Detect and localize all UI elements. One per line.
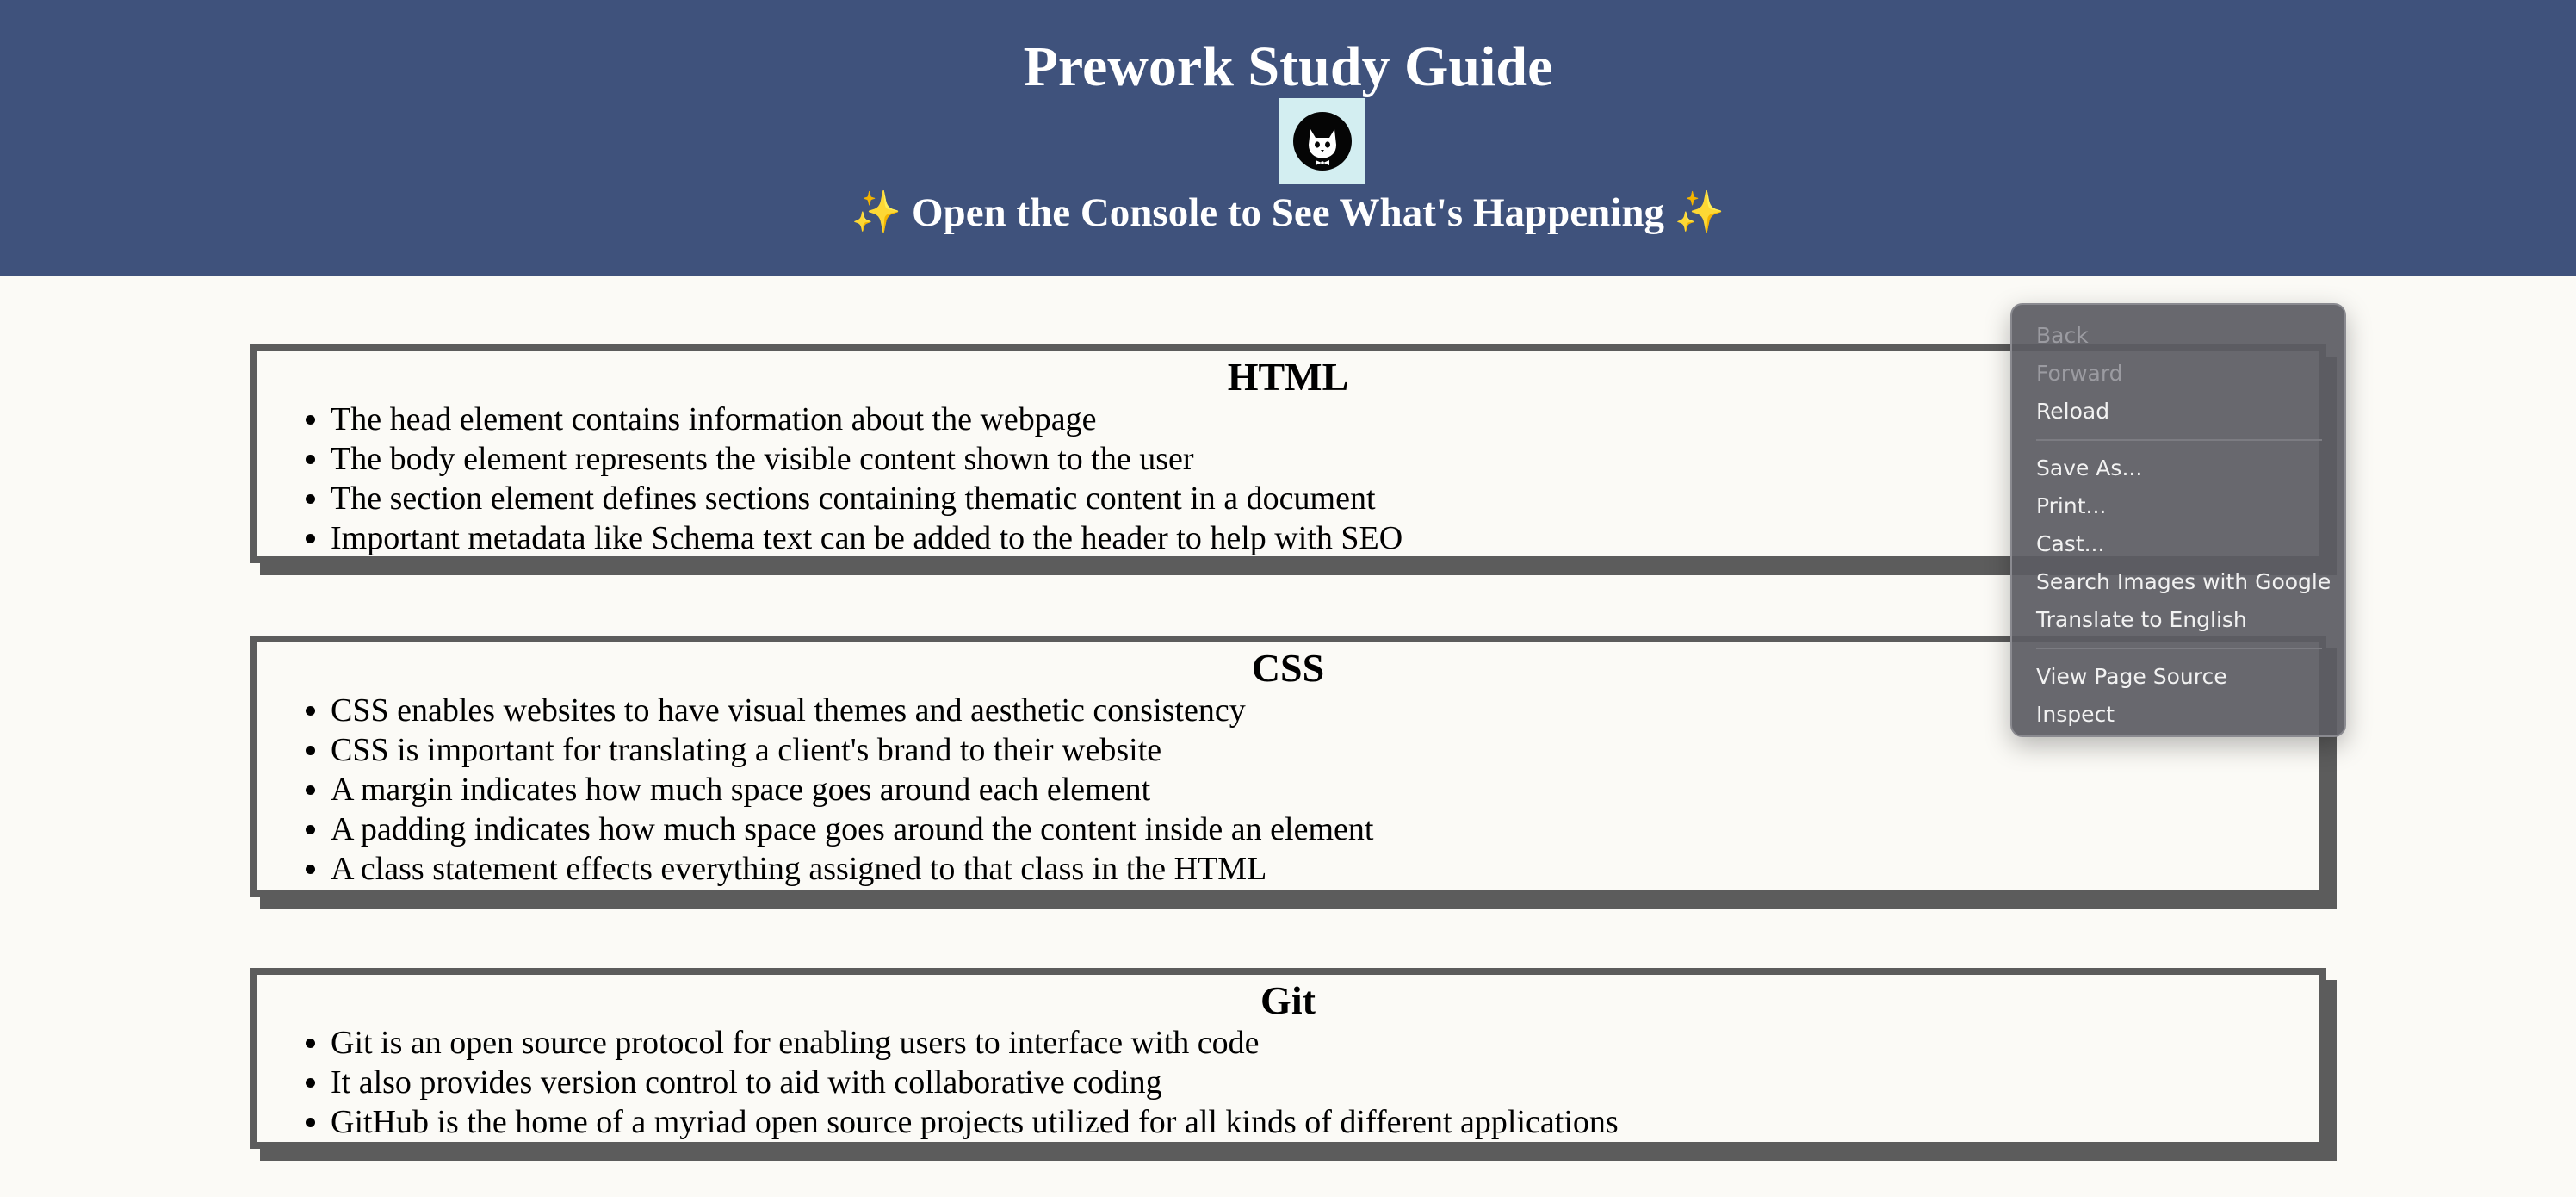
page-header: Prework Study Guide ✨ Open the Console t… xyxy=(0,0,2576,276)
menu-item-reload[interactable]: Reload xyxy=(2012,393,2344,431)
logo xyxy=(1279,98,1365,184)
menu-item-view-source[interactable]: View Page Source xyxy=(2012,658,2344,696)
menu-item-print[interactable]: Print... xyxy=(2012,487,2344,525)
page: Prework Study Guide ✨ Open the Console t… xyxy=(0,0,2576,1197)
menu-item-save-as[interactable]: Save As... xyxy=(2012,450,2344,487)
sparkle-icon: ✨ xyxy=(851,190,902,235)
menu-separator xyxy=(2036,648,2322,649)
list-item: A class statement effects everything ass… xyxy=(331,849,2319,889)
menu-item-inspect[interactable]: Inspect xyxy=(2012,696,2344,734)
menu-separator xyxy=(2036,439,2322,441)
list-item: GitHub is the home of a myriad open sour… xyxy=(331,1102,2319,1142)
page-title: Prework Study Guide xyxy=(1023,35,1553,98)
menu-item-forward[interactable]: Forward xyxy=(2012,355,2344,393)
menu-item-translate[interactable]: Translate to English xyxy=(2012,601,2344,639)
section-title: Git xyxy=(1260,978,1316,1022)
cat-logo-icon xyxy=(1293,112,1352,171)
menu-item-search-images[interactable]: Search Images with Google xyxy=(2012,563,2344,601)
sparkle-icon: ✨ xyxy=(1674,190,1725,235)
list-item: Git is an open source protocol for enabl… xyxy=(331,1023,2319,1063)
list-item: A margin indicates how much space goes a… xyxy=(331,770,2319,809)
section-git: Git Git is an open source protocol for e… xyxy=(250,968,2326,1149)
section-list: Git is an open source protocol for enabl… xyxy=(257,1023,2319,1142)
page-subtitle: ✨ Open the Console to See What's Happeni… xyxy=(0,184,2576,241)
subtitle-text: Open the Console to See What's Happening xyxy=(912,190,1664,235)
context-menu: Back Forward Reload Save As... Print... … xyxy=(2010,303,2346,737)
menu-item-back[interactable]: Back xyxy=(2012,317,2344,355)
list-item: It also provides version control to aid … xyxy=(331,1063,2319,1102)
menu-item-cast[interactable]: Cast... xyxy=(2012,525,2344,563)
list-item: A padding indicates how much space goes … xyxy=(331,809,2319,849)
